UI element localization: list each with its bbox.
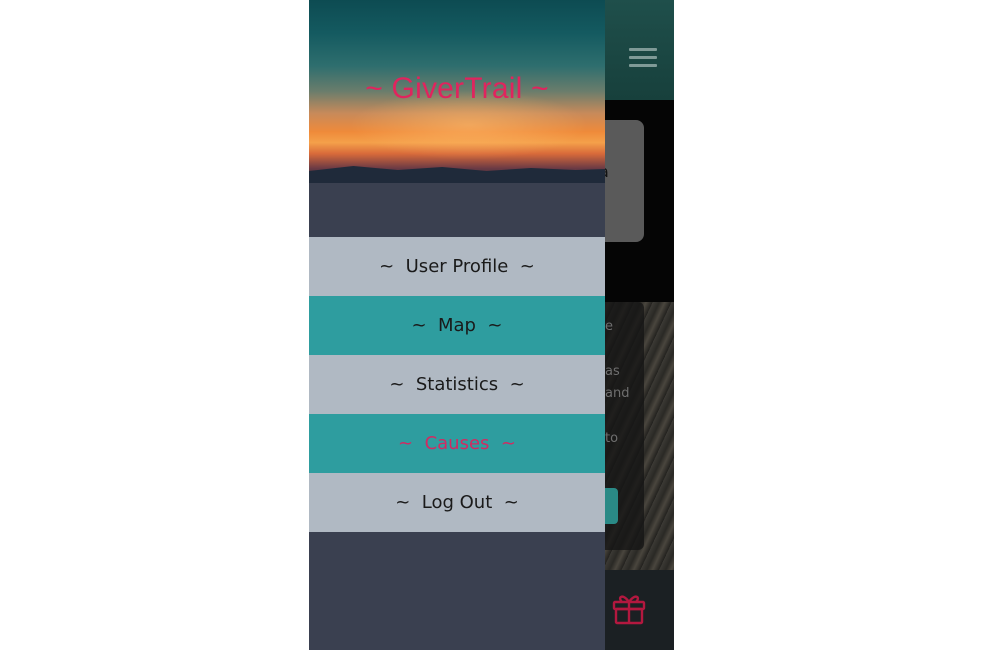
background-text-snippet: and: [605, 386, 630, 401]
drawer-menu: ~ User Profile ~ ~ Map ~ ~ Statistics ~ …: [309, 237, 605, 532]
background-text-snippet: as: [605, 364, 620, 379]
menu-item-causes[interactable]: ~ Causes ~: [309, 414, 605, 473]
menu-item-statistics[interactable]: ~ Statistics ~: [309, 355, 605, 414]
menu-item-log-out[interactable]: ~ Log Out ~: [309, 473, 605, 532]
background-text-snippet: to: [605, 431, 619, 446]
background-text-snippet: e: [605, 319, 613, 334]
menu-item-map[interactable]: ~ Map ~: [309, 296, 605, 355]
phone-screen: a e as and to ~ GiverTrail ~ ~ User Prof…: [309, 0, 674, 650]
navigation-drawer: ~ GiverTrail ~ ~ User Profile ~ ~ Map ~ …: [309, 0, 605, 650]
drawer-hero-image: ~ GiverTrail ~: [309, 0, 605, 183]
app-title: ~ GiverTrail ~: [365, 72, 549, 105]
menu-item-user-profile[interactable]: ~ User Profile ~: [309, 237, 605, 296]
hamburger-icon[interactable]: [627, 46, 659, 70]
gift-icon[interactable]: [611, 590, 647, 626]
